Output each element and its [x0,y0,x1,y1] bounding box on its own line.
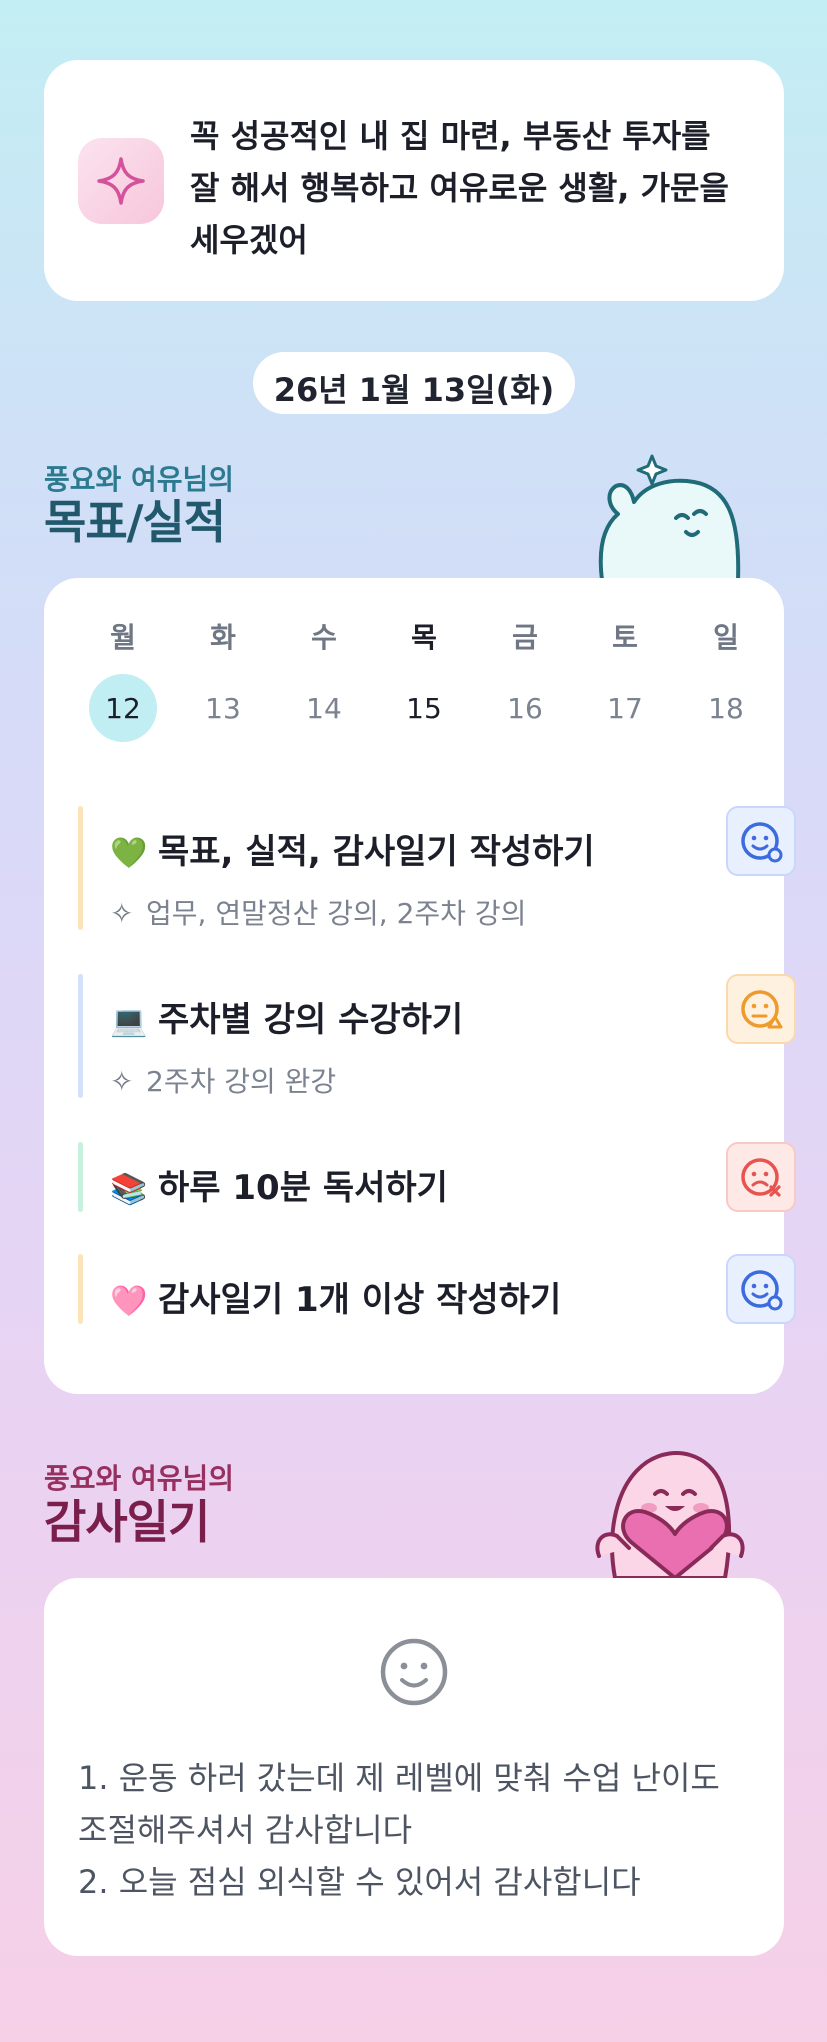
goal-title: 💻 주차별 강의 수강하기 [110,992,463,1041]
day-name: 금 [512,621,538,654]
goals-card: 월 12 화 13 수 14 목 15 금 16 토 17 일 18 💚 목표,… [44,578,796,1394]
gratitude-text: 1. 운동 하러 갔는데 제 레벨에 맞춰 수업 난이도 조절해주셔서 감사합니… [78,1752,758,1908]
sparkle-outline-icon: ✧ [110,897,134,930]
goal-title: 💚 목표, 실적, 감사일기 작성하기 [110,824,595,873]
day-number: 18 [708,692,744,725]
day-name: 일 [713,621,739,654]
day-name: 수 [311,621,337,654]
motto-text: 꼭 성공적인 내 집 마련, 부동산 투자를 잘 해서 행복하고 여유로운 생활… [190,117,729,259]
goal-item[interactable]: 💚 목표, 실적, 감사일기 작성하기 ✧ 업무, 연말정산 강의, 2주차 강의 [78,806,796,936]
day-name: 토 [612,621,638,654]
goals-section-title: 목표/실적 [44,495,226,549]
day-thu[interactable]: 목 15 [389,618,459,742]
goal-detail-text: 업무, 연말정산 강의, 2주차 강의 [146,897,527,930]
sparkle-outline-icon: ✧ [110,1065,134,1098]
goal-color-bar [78,974,83,1098]
mascot-goal-illustration [598,454,741,580]
goal-title-text: 주차별 강의 수강하기 [158,1000,464,1040]
day-sun[interactable]: 일 18 [691,618,761,742]
day-number: 17 [607,692,643,725]
day-tue[interactable]: 화 13 [188,618,258,742]
goal-emoji: 💻 [110,1004,148,1039]
sparkle-icon [78,138,164,224]
goal-emoji: 🩷 [110,1284,148,1319]
day-number: 16 [507,692,543,725]
day-fri[interactable]: 금 16 [490,618,560,742]
goal-detail-text: 2주차 강의 완강 [146,1065,337,1098]
week-strip: 월 12 화 13 수 14 목 15 금 16 토 17 일 18 [80,618,785,743]
gratitude-line: 1. 운동 하러 갔는데 제 레벨에 맞춰 수업 난이도 조절해주셔서 감사합니… [78,1759,720,1849]
day-name: 목 [411,621,437,654]
goal-color-bar [78,1254,83,1324]
gratitude-line: 2. 오늘 점심 외식할 수 있어서 감사합니다 [78,1863,641,1901]
goal-color-bar [78,806,83,930]
day-number: 15 [406,692,442,725]
day-mon[interactable]: 월 12 [88,618,158,742]
goal-title: 🩷 감사일기 1개 이상 작성하기 [110,1272,561,1321]
day-number: 14 [306,692,342,725]
goal-item[interactable]: 🩷 감사일기 1개 이상 작성하기 [78,1254,796,1334]
goal-title-text: 목표, 실적, 감사일기 작성하기 [158,832,595,872]
mascot-heart-illustration [595,1451,745,1578]
day-name: 월 [110,621,136,654]
motto-card: 꼭 성공적인 내 집 마련, 부동산 투자를 잘 해서 행복하고 여유로운 생활… [44,60,784,301]
smile-icon [380,1638,448,1706]
status-achieved-icon[interactable] [726,806,796,876]
status-achieved-icon[interactable] [726,1254,796,1324]
goal-color-bar [78,1142,83,1212]
gratitude-card: 1. 운동 하러 갔는데 제 레벨에 맞춰 수업 난이도 조절해주셔서 감사합니… [44,1578,784,1956]
day-wed[interactable]: 수 14 [289,618,359,742]
status-partial-icon[interactable] [726,974,796,1044]
goal-emoji: 📚 [110,1172,148,1207]
day-number: 12 [89,674,157,742]
status-failed-icon[interactable] [726,1142,796,1212]
goal-title: 📚 하루 10분 독서하기 [110,1160,448,1209]
day-name: 화 [210,621,236,654]
goal-item[interactable]: 💻 주차별 강의 수강하기 ✧ 2주차 강의 완강 [78,974,796,1104]
goal-emoji: 💚 [110,836,148,871]
gratitude-section-title: 감사일기 [44,1495,210,1549]
goal-detail: ✧ 2주차 강의 완강 [110,1060,336,1100]
day-sat[interactable]: 토 17 [590,618,660,742]
day-number: 13 [205,692,241,725]
goal-item[interactable]: 📚 하루 10분 독서하기 [78,1142,796,1222]
goal-title-text: 감사일기 1개 이상 작성하기 [158,1280,562,1320]
goal-title-text: 하루 10분 독서하기 [158,1168,448,1208]
date-pill[interactable]: 26년 1월 13일(화) [253,352,575,414]
goal-detail: ✧ 업무, 연말정산 강의, 2주차 강의 [110,892,526,932]
